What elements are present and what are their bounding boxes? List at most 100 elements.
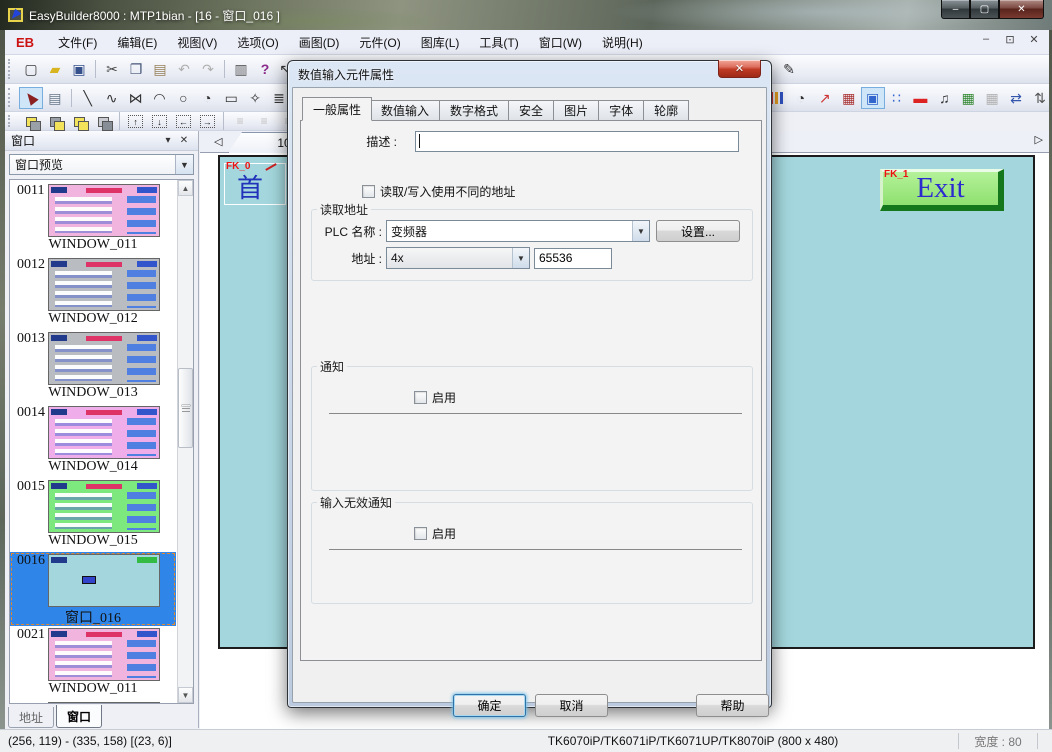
mdi-close-button[interactable]: ✕ — [1026, 33, 1042, 46]
combo-arrow-icon[interactable]: ▼ — [632, 221, 649, 241]
nudge-down-icon[interactable]: ↓ — [148, 113, 172, 130]
undo-icon[interactable]: ↶ — [172, 58, 196, 80]
function-key-object-fk0[interactable]: FK_0 首 — [224, 163, 286, 205]
window-list-item[interactable]: 0021WINDOW_011 — [10, 626, 176, 700]
trend-display-icon[interactable]: ↗ — [813, 87, 837, 109]
menu-item-9[interactable]: 说明(H) — [592, 31, 653, 54]
window-list-item[interactable]: 0016窗口_016 — [10, 552, 176, 626]
scroll-down-icon[interactable]: ▼ — [178, 687, 193, 703]
nudge-up-icon[interactable]: ↑ — [124, 113, 148, 130]
select-tool-icon[interactable] — [19, 87, 43, 109]
alarm-bar-icon[interactable]: ▬ — [908, 87, 932, 109]
save-icon[interactable]: ▣ — [67, 58, 91, 80]
cancel-button[interactable]: 取消 — [535, 694, 608, 717]
open-folder-icon[interactable]: ▰ — [43, 58, 67, 80]
dialog-close-button[interactable]: ✕ — [718, 60, 761, 78]
dialog-tab-4[interactable]: 图片 — [554, 100, 599, 121]
combo-arrow-icon[interactable]: ▼ — [512, 248, 529, 268]
nudge-right-icon[interactable]: → — [195, 113, 219, 130]
bezier-tool-icon[interactable]: ∿ — [100, 87, 124, 109]
panel-tab-地址[interactable]: 地址 — [8, 707, 54, 728]
cut-icon[interactable]: ✂ — [100, 58, 124, 80]
object-properties-icon[interactable]: ▤ — [43, 87, 67, 109]
maximize-button[interactable]: ▢ — [970, 0, 999, 19]
circle-tool-icon[interactable]: ○ — [171, 87, 195, 109]
function-key-object-exit[interactable]: FK_1 Exit — [880, 169, 1004, 211]
recipe-icon[interactable]: ▦ — [980, 87, 1004, 109]
checkbox-icon[interactable] — [362, 185, 375, 198]
line-tool-icon[interactable]: ╲ — [76, 87, 100, 109]
window-list-item[interactable]: 0015WINDOW_015 — [10, 478, 176, 552]
polyline-tool-icon[interactable]: ⋈ — [124, 87, 148, 109]
tab-scroll-left-icon[interactable]: ◁ — [214, 135, 222, 148]
ok-button[interactable]: 确定 — [453, 694, 526, 717]
paste-icon[interactable]: ▤ — [148, 58, 172, 80]
pie-tool-icon[interactable]: ◔ — [195, 87, 219, 109]
close-button[interactable]: ✕ — [999, 0, 1044, 19]
edit-note-icon[interactable]: ✎ — [777, 58, 801, 80]
panel-tab-窗口[interactable]: 窗口 — [56, 705, 102, 728]
history-data-icon[interactable]: ▦ — [837, 87, 861, 109]
resize-grip[interactable] — [1038, 730, 1052, 752]
panel-menu-icon[interactable]: ▾ — [160, 135, 176, 146]
dialog-tab-5[interactable]: 字体 — [599, 100, 644, 121]
mdi-restore-button[interactable]: ⊡ — [1002, 33, 1018, 46]
minimize-button[interactable]: – — [941, 0, 970, 19]
meter-display-icon[interactable]: ◔ — [789, 87, 813, 109]
menu-item-8[interactable]: 窗口(W) — [529, 31, 592, 54]
data-transfer-icon[interactable]: ⇄ — [1004, 87, 1028, 109]
menu-item-0[interactable]: 文件(F) — [48, 31, 107, 54]
description-input[interactable] — [415, 131, 739, 152]
window-list-item[interactable]: 0022 — [10, 700, 176, 703]
new-icon[interactable]: ▢ — [19, 58, 43, 80]
address-value-input[interactable] — [534, 248, 612, 269]
sound-icon[interactable]: ♫ — [932, 87, 956, 109]
notification-enable-checkbox[interactable]: 启用 — [414, 389, 456, 406]
dialog-tab-2[interactable]: 数字格式 — [440, 100, 509, 121]
arc-tool-icon[interactable]: ◠ — [148, 87, 172, 109]
dialog-tab-6[interactable]: 轮廓 — [644, 100, 689, 121]
about-icon[interactable]: ? — [253, 58, 277, 80]
window-list-scrollbar[interactable]: ▲ ▼ — [177, 180, 193, 703]
picture-object-icon[interactable]: ▣ — [861, 87, 885, 109]
copy-icon[interactable]: ❐ — [124, 58, 148, 80]
scrollbar-thumb[interactable] — [178, 368, 193, 448]
menu-item-2[interactable]: 视图(V) — [167, 31, 227, 54]
dialog-tab-0[interactable]: 一般属性 — [302, 97, 372, 121]
menu-item-1[interactable]: 编辑(E) — [107, 31, 167, 54]
xy-plot-icon[interactable]: ∷ — [885, 87, 909, 109]
layer-forward-icon[interactable] — [19, 113, 43, 130]
align-left-icon[interactable]: ≡ — [228, 113, 252, 130]
scroll-up-icon[interactable]: ▲ — [178, 180, 193, 196]
polygon-tool-icon[interactable]: ✧ — [243, 87, 267, 109]
plc-name-combobox[interactable]: 变频器 ▼ — [386, 220, 650, 242]
window-list-item[interactable]: 0014WINDOW_014 — [10, 404, 176, 478]
dialog-tab-3[interactable]: 安全 — [509, 100, 554, 121]
different-address-checkbox[interactable]: 读取/写入使用不同的地址 — [362, 183, 515, 200]
menu-item-6[interactable]: 图库(L) — [411, 31, 470, 54]
panel-close-icon[interactable]: ✕ — [176, 135, 192, 146]
checkbox-icon[interactable] — [414, 527, 427, 540]
checkbox-icon[interactable] — [414, 391, 427, 404]
layer-backward-icon[interactable] — [43, 113, 67, 130]
layer-to-back-icon[interactable] — [91, 113, 115, 130]
menu-item-3[interactable]: 选项(O) — [227, 31, 288, 54]
redo-icon[interactable]: ↷ — [196, 58, 220, 80]
window-list-item[interactable]: 0013WINDOW_013 — [10, 330, 176, 404]
nudge-left-icon[interactable]: ← — [171, 113, 195, 130]
window-preview-dropdown[interactable]: 窗口预览 ▼ — [9, 154, 194, 175]
print-icon[interactable]: ▥ — [229, 58, 253, 80]
menu-item-4[interactable]: 画图(D) — [289, 31, 350, 54]
address-type-combobox[interactable]: 4x ▼ — [386, 247, 530, 269]
tab-scroll-right-icon[interactable]: ▷ — [1035, 133, 1043, 146]
align-center-icon[interactable]: ≡ — [252, 113, 276, 130]
layer-to-front-icon[interactable] — [67, 113, 91, 130]
help-button[interactable]: 帮助 — [696, 694, 769, 717]
dialog-tab-1[interactable]: 数值输入 — [371, 100, 440, 121]
window-list-item[interactable]: 0012WINDOW_012 — [10, 256, 176, 330]
mdi-minimize-button[interactable]: – — [978, 33, 994, 46]
rectangle-tool-icon[interactable]: ▭ — [219, 87, 243, 109]
menu-item-5[interactable]: 元件(O) — [349, 31, 410, 54]
event-display-icon[interactable]: ▦ — [956, 87, 980, 109]
invalid-input-enable-checkbox[interactable]: 启用 — [414, 525, 456, 542]
